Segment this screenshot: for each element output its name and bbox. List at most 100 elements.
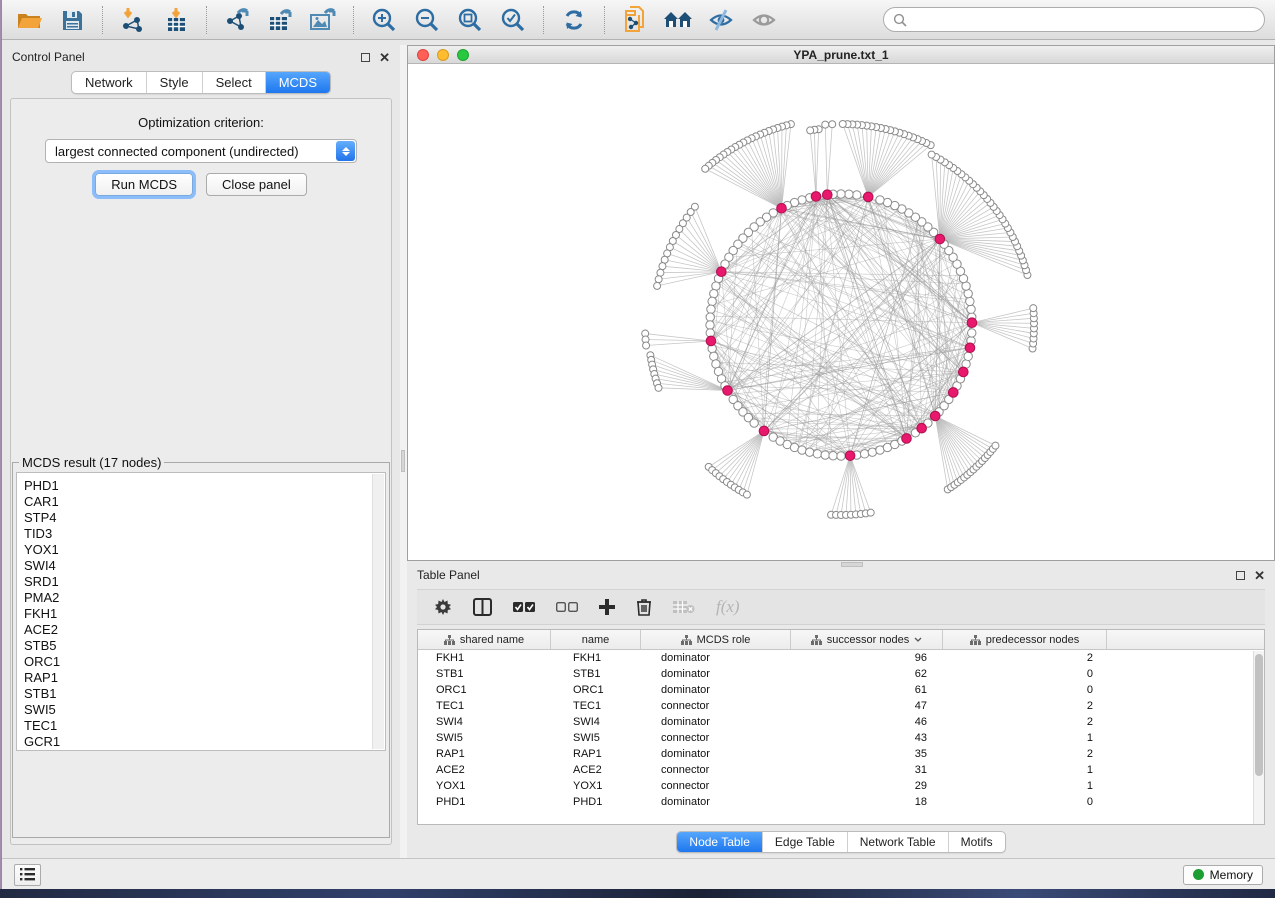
table-row[interactable]: FKH1FKH1dominator962 [418,650,1264,666]
save-session-icon[interactable] [55,4,89,36]
ring-node[interactable] [837,190,845,198]
tab-mcds[interactable]: MCDS [265,72,330,93]
window-close-icon[interactable] [417,49,429,61]
ring-node[interactable] [798,446,806,454]
table-row[interactable]: YOX1YOX1connector291 [418,778,1264,794]
mcds-hub-node[interactable] [811,192,821,202]
window-maximize-icon[interactable] [457,49,469,61]
ring-node[interactable] [706,313,714,321]
mcds-result-item[interactable]: STB1 [24,686,385,702]
ring-node[interactable] [868,448,876,456]
satellite-node[interactable] [1030,305,1037,312]
tab-node-table[interactable]: Node Table [677,832,762,852]
satellite-node[interactable] [655,276,662,283]
select-all-icon[interactable] [513,601,535,613]
satellite-node[interactable] [822,121,829,128]
add-column-icon[interactable] [599,599,615,615]
mcds-hub-node[interactable] [965,343,975,353]
tab-network-table[interactable]: Network Table [847,832,948,852]
mcds-result-item[interactable]: SRD1 [24,574,385,590]
mcds-hub-node[interactable] [759,426,769,436]
ring-node[interactable] [750,419,758,427]
mcds-hub-node[interactable] [845,451,855,461]
ring-node[interactable] [710,352,718,360]
column-header-shared-name[interactable]: shared name [418,630,551,649]
ring-node[interactable] [968,329,976,337]
export-network-icon[interactable] [220,4,254,36]
import-table-icon[interactable] [159,4,193,36]
column-header-predecessor-nodes[interactable]: predecessor nodes [943,630,1107,649]
tab-motifs[interactable]: Motifs [948,832,1005,852]
ring-node[interactable] [964,352,972,360]
table-settings-icon[interactable] [434,598,452,616]
delete-column-icon[interactable] [636,598,652,616]
mcds-hub-node[interactable] [723,386,733,396]
mcds-hub-node[interactable] [706,336,716,346]
zoom-selected-icon[interactable] [496,4,530,36]
mcds-result-item[interactable]: YOX1 [24,542,385,558]
mcds-result-item[interactable]: PHD1 [24,478,385,494]
close-table-panel-icon[interactable]: ✕ [1254,571,1265,580]
hide-selected-icon[interactable] [704,4,738,36]
ring-node[interactable] [706,321,714,329]
mcds-hub-node[interactable] [717,267,727,277]
mcds-result-item[interactable]: SWI5 [24,702,385,718]
table-row[interactable]: STB1STB1dominator620 [418,666,1264,682]
ring-node[interactable] [967,305,975,313]
close-panel-button[interactable]: Close panel [206,173,307,196]
deselect-all-icon[interactable] [556,601,578,613]
ring-node[interactable] [837,452,845,460]
tab-edge-table[interactable]: Edge Table [762,832,847,852]
mcds-hub-node[interactable] [958,367,968,377]
mcds-result-item[interactable]: STB5 [24,638,385,654]
tab-network[interactable]: Network [72,72,146,93]
table-scrollbar-thumb[interactable] [1255,654,1263,776]
first-neighbors-icon[interactable] [661,4,695,36]
close-panel-icon[interactable]: ✕ [379,53,390,62]
satellite-node[interactable] [702,165,709,172]
zoom-fit-icon[interactable] [453,4,487,36]
column-layout-icon[interactable] [473,598,492,616]
mcds-hub-node[interactable] [777,203,787,213]
export-image-icon[interactable] [306,4,340,36]
mcds-result-item[interactable]: ORC1 [24,654,385,670]
mcds-list-scrollbar[interactable] [372,474,384,749]
clone-network-icon[interactable] [618,4,652,36]
satellite-node[interactable] [657,269,664,276]
mcds-result-item[interactable]: STP4 [24,510,385,526]
ring-node[interactable] [845,190,853,198]
mcds-result-item[interactable]: GCR1 [24,734,385,750]
satellite-node[interactable] [807,127,814,134]
satellite-node[interactable] [867,509,874,516]
satellite-node[interactable] [655,384,662,391]
mcds-hub-node[interactable] [863,192,873,202]
search-input[interactable] [913,12,1255,27]
ring-node[interactable] [805,448,813,456]
ring-node[interactable] [710,289,718,297]
run-mcds-button[interactable]: Run MCDS [95,173,193,196]
mcds-result-item[interactable]: CAR1 [24,494,385,510]
refresh-icon[interactable] [557,4,591,36]
mcds-hub-node[interactable] [935,234,945,244]
mcds-hub-node[interactable] [823,190,833,200]
mcds-result-item[interactable]: SWI4 [24,558,385,574]
column-header-MCDS-role[interactable]: MCDS role [641,630,791,649]
satellite-node[interactable] [659,263,666,270]
satellite-node[interactable] [743,491,750,498]
satellite-node[interactable] [654,282,661,289]
satellite-node[interactable] [928,151,935,158]
mcds-hub-node[interactable] [902,434,912,444]
ring-node[interactable] [876,196,884,204]
ring-node[interactable] [712,282,720,290]
horizontal-splitter-grip[interactable] [841,562,863,567]
float-table-panel-icon[interactable] [1236,571,1245,580]
float-panel-icon[interactable] [361,53,370,62]
ring-node[interactable] [966,297,974,305]
import-network-icon[interactable] [116,4,150,36]
mcds-hub-node[interactable] [917,423,927,433]
task-history-button[interactable] [14,864,41,886]
tab-select[interactable]: Select [202,72,265,93]
criterion-dropdown[interactable]: largest connected component (undirected) [45,139,357,163]
satellite-node[interactable] [829,121,836,128]
ring-node[interactable] [964,289,972,297]
